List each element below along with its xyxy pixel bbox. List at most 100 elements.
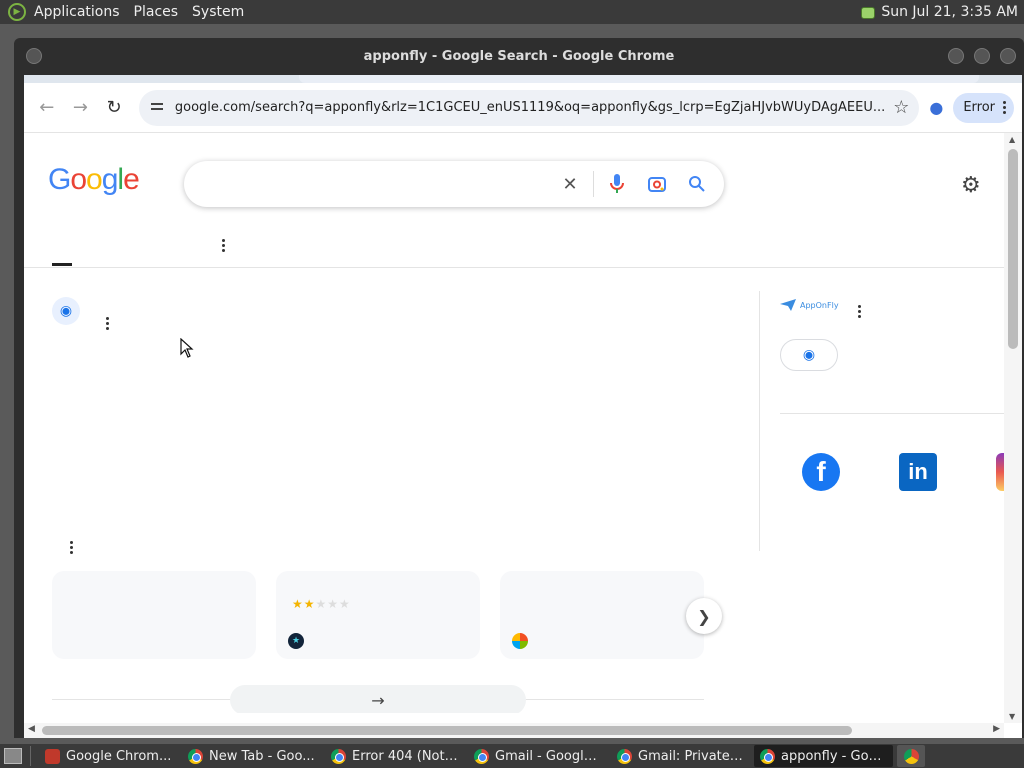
taskbar-item[interactable]: Error 404 (Not ... bbox=[325, 745, 464, 767]
google-logo-letter: g bbox=[101, 163, 119, 196]
dark-star-icon: ★ bbox=[288, 633, 304, 649]
search-box[interactable]: ✕ bbox=[184, 161, 724, 207]
website-globe-button[interactable]: ◉ bbox=[780, 339, 838, 371]
settings-gear-icon[interactable]: ⚙ bbox=[961, 173, 981, 198]
search-box-divider bbox=[593, 171, 594, 197]
taskbar-item-label: Google Chrom... bbox=[66, 748, 172, 764]
chrome-icon bbox=[903, 748, 919, 764]
taskbar-item-label: apponfly - Goo... bbox=[781, 748, 887, 764]
lens-search-icon[interactable] bbox=[646, 173, 668, 195]
google-logo-letter: o bbox=[86, 163, 103, 196]
taskbar-separator bbox=[30, 746, 31, 766]
google-logo[interactable]: Google bbox=[48, 163, 140, 197]
result-card[interactable]: ★★★★★ ★ bbox=[276, 571, 480, 659]
maximize-button[interactable] bbox=[974, 48, 990, 64]
active-search-tab-indicator bbox=[52, 263, 72, 266]
vertical-scrollbar[interactable]: ▲ ▼ bbox=[1004, 133, 1022, 723]
profile-error-button[interactable]: Error bbox=[953, 92, 1015, 123]
taskbar-item[interactable]: New Tab - Goo... bbox=[182, 745, 321, 767]
microsoft-icon bbox=[512, 633, 528, 649]
facebook-icon[interactable]: f bbox=[802, 453, 840, 491]
applications-menu[interactable]: Applications bbox=[34, 4, 120, 20]
chrome-icon bbox=[188, 748, 203, 764]
active-tab[interactable] bbox=[299, 75, 979, 83]
browser-toolbar: ← → ↻ google.com/search?q=apponfly&rlz=1… bbox=[24, 83, 1022, 133]
taskbar-item[interactable]: Google Chrom... bbox=[39, 745, 178, 767]
show-desktop-icon[interactable] bbox=[4, 748, 22, 764]
google-logo-letter: G bbox=[48, 163, 71, 196]
taskbar-item-label: Error 404 (Not ... bbox=[352, 748, 458, 764]
carousel-next-button[interactable]: ❯ bbox=[686, 598, 722, 634]
browser-window: apponfly - Google Search - Google Chrome… bbox=[14, 38, 1024, 738]
tab-strip bbox=[24, 75, 1022, 83]
chrome-icon bbox=[474, 748, 489, 764]
knowledge-panel-divider bbox=[759, 291, 760, 551]
window-titlebar[interactable]: apponfly - Google Search - Google Chrome bbox=[14, 38, 1024, 74]
scroll-right-arrow-icon[interactable]: ▶ bbox=[993, 724, 1000, 734]
knowledge-panel-brand: AppOnFly bbox=[800, 300, 839, 310]
chrome-menu-icon[interactable] bbox=[1003, 101, 1007, 114]
forward-button[interactable]: → bbox=[66, 92, 96, 124]
vertical-scroll-thumb[interactable] bbox=[1008, 149, 1018, 349]
profile-avatar-icon[interactable]: ● bbox=[923, 94, 949, 122]
google-logo-letter: o bbox=[70, 163, 87, 196]
panel-tray: Sun Jul 21, 3:35 AM bbox=[859, 4, 1024, 20]
panel-menu: ▶ Applications Places System bbox=[0, 3, 244, 21]
taskbar-item-label: New Tab - Goo... bbox=[209, 748, 315, 764]
chrome-content: ← → ↻ google.com/search?q=apponfly&rlz=1… bbox=[24, 75, 1022, 738]
window-menu-button[interactable] bbox=[26, 48, 42, 64]
knowledge-panel-more-icon[interactable] bbox=[858, 305, 861, 318]
taskbar-chrome-launcher[interactable] bbox=[897, 745, 925, 767]
taskbar-item-active[interactable]: apponfly - Goo... bbox=[754, 745, 893, 767]
clear-search-icon[interactable]: ✕ bbox=[559, 173, 581, 195]
taskbar: Google Chrom... New Tab - Goo... Error 4… bbox=[0, 744, 1024, 768]
taskbar-item[interactable]: Gmail: Private a... bbox=[611, 745, 750, 767]
horizontal-scroll-thumb[interactable] bbox=[42, 726, 852, 735]
system-menu[interactable]: System bbox=[192, 4, 244, 20]
scroll-up-arrow-icon[interactable]: ▲ bbox=[1009, 135, 1015, 144]
network-icon[interactable] bbox=[859, 5, 876, 19]
result-globe-icon[interactable]: ◉ bbox=[52, 297, 80, 325]
clock[interactable]: Sun Jul 21, 3:35 AM bbox=[881, 4, 1018, 20]
scroll-left-arrow-icon[interactable]: ◀ bbox=[28, 724, 35, 734]
rating-stars: ★★★★★ bbox=[292, 597, 351, 611]
top-panel: ▶ Applications Places System Sun Jul 21,… bbox=[0, 0, 1024, 24]
taskbar-item-label: Gmail - Google ... bbox=[495, 748, 601, 764]
result-more-icon[interactable] bbox=[106, 317, 109, 330]
instagram-icon[interactable] bbox=[996, 453, 1004, 491]
more-results-button[interactable]: → bbox=[230, 685, 526, 713]
search-tabs-divider bbox=[24, 267, 1004, 268]
url-text[interactable]: google.com/search?q=apponfly&rlz=1C1GCEU… bbox=[175, 100, 885, 115]
bookmark-star-icon[interactable]: ☆ bbox=[893, 97, 909, 118]
places-menu[interactable]: Places bbox=[134, 4, 179, 20]
search-submit-icon[interactable] bbox=[686, 173, 708, 195]
linkedin-icon[interactable]: in bbox=[899, 453, 937, 491]
window-title: apponfly - Google Search - Google Chrome bbox=[363, 48, 675, 64]
horizontal-scrollbar[interactable]: ◀ ▶ bbox=[24, 723, 1004, 738]
minimize-button[interactable] bbox=[948, 48, 964, 64]
paper-plane-icon bbox=[780, 299, 796, 311]
chrome-app-icon bbox=[45, 748, 60, 764]
chrome-icon bbox=[617, 748, 632, 764]
search-results-page: Google ✕ ⚙ ◉ AppOnFly ◉ f in ★★★★★ ★ ❯ → bbox=[24, 133, 1004, 713]
address-bar[interactable]: google.com/search?q=apponfly&rlz=1C1GCEU… bbox=[138, 89, 920, 126]
reload-button[interactable]: ↻ bbox=[99, 92, 129, 124]
scroll-down-arrow-icon[interactable]: ▼ bbox=[1009, 712, 1015, 721]
back-button[interactable]: ← bbox=[32, 92, 62, 124]
section-more-icon[interactable] bbox=[70, 541, 73, 554]
taskbar-item-label: Gmail: Private a... bbox=[638, 748, 744, 764]
voice-search-icon[interactable] bbox=[606, 173, 628, 195]
chrome-icon bbox=[760, 748, 775, 764]
result-card[interactable] bbox=[500, 571, 704, 659]
search-tabs-more-icon[interactable] bbox=[222, 239, 225, 252]
taskbar-item[interactable]: Gmail - Google ... bbox=[468, 745, 607, 767]
google-logo-letter: e bbox=[123, 163, 140, 196]
knowledge-panel-logo[interactable]: AppOnFly bbox=[780, 299, 839, 311]
distro-logo-icon[interactable]: ▶ bbox=[8, 3, 26, 21]
knowledge-panel-separator bbox=[780, 413, 1004, 414]
result-card[interactable] bbox=[52, 571, 256, 659]
chrome-icon bbox=[331, 748, 346, 764]
close-window-button[interactable] bbox=[1000, 48, 1016, 64]
profile-error-label: Error bbox=[963, 100, 996, 115]
site-info-icon[interactable] bbox=[149, 99, 167, 117]
